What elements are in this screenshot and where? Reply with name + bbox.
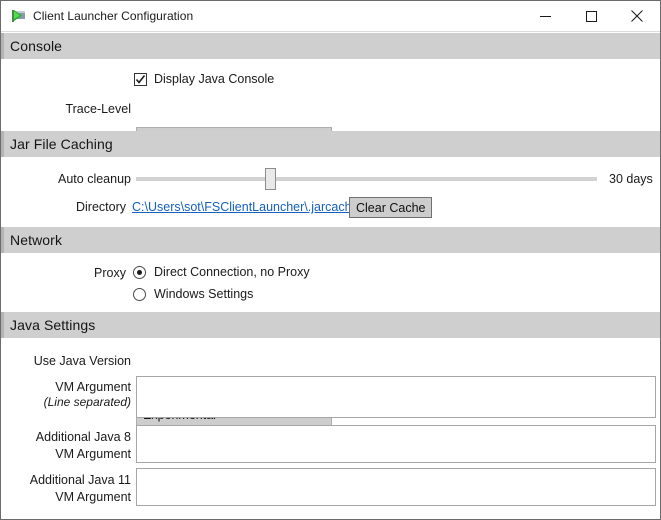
title-bar[interactable]: Client Launcher Configuration [1,1,660,32]
vm-argument-sublabel: (Line separated) [43,395,131,409]
minimize-button[interactable] [522,1,568,31]
use-java-version-label: Use Java Version [33,354,131,368]
maximize-button[interactable] [568,1,614,31]
section-title-console: Console [10,38,63,54]
vm-argument-label: VM Argument (Line separated) [21,380,131,410]
launcher-play-icon [10,8,26,24]
additional-java11-label-line2: VM Argument [55,490,131,504]
trace-level-label: Trace-Level [65,102,131,116]
proxy-option-direct-connection[interactable]: Direct Connection, no Proxy [133,265,310,279]
display-java-console-label: Display Java Console [154,72,275,86]
slider-track[interactable] [136,177,597,181]
minimize-icon [539,15,551,17]
auto-cleanup-label: Auto cleanup [58,172,131,186]
jarcache-directory-link[interactable]: C:\Users\sot\FSClientLauncher\.jarcache [132,200,358,214]
slider-thumb[interactable] [265,168,276,190]
proxy-option-direct-connection-label: Direct Connection, no Proxy [154,265,310,279]
radio-windows-settings[interactable] [133,287,146,301]
additional-java11-vm-argument-input[interactable] [136,468,656,506]
window-title: Client Launcher Configuration [33,9,194,23]
additional-java11-vm-argument-label: Additional Java 11 VM Argument [21,472,131,506]
auto-cleanup-slider[interactable] [136,167,597,191]
proxy-label: Proxy [94,266,126,280]
section-header-jar-file-caching: Jar File Caching [1,131,660,157]
section-header-java-settings: Java Settings [1,312,660,338]
maximize-icon [585,10,597,22]
close-icon [631,10,643,22]
section-title-java-settings: Java Settings [10,317,96,333]
checkmark-icon [135,74,146,84]
display-java-console-checkbox[interactable] [134,72,147,86]
display-java-console-row[interactable]: Display Java Console [134,72,274,86]
proxy-option-windows-settings-label: Windows Settings [154,287,254,301]
vm-argument-label-text: VM Argument [55,380,131,394]
additional-java11-label-line1: Additional Java 11 [29,473,131,487]
section-header-console: Console [1,33,660,59]
window-controls [522,1,660,31]
additional-java8-vm-argument-input[interactable] [136,425,656,463]
additional-java8-label-line1: Additional Java 8 [35,430,131,444]
section-title-network: Network [10,232,63,248]
auto-cleanup-value: 30 days [609,172,653,186]
radio-direct-connection[interactable] [133,265,146,279]
client-launcher-configuration-window: Client Launcher Configuration Console Di… [0,0,661,520]
section-header-network: Network [1,227,660,253]
additional-java8-label-line2: VM Argument [55,447,131,461]
proxy-option-windows-settings[interactable]: Windows Settings [133,287,253,301]
close-button[interactable] [614,1,660,31]
clear-cache-button[interactable]: Clear Cache [349,197,433,218]
directory-label: Directory [75,200,126,214]
vm-argument-input[interactable] [136,376,656,418]
section-title-jar-file-caching: Jar File Caching [10,136,113,152]
additional-java8-vm-argument-label: Additional Java 8 VM Argument [21,429,131,463]
